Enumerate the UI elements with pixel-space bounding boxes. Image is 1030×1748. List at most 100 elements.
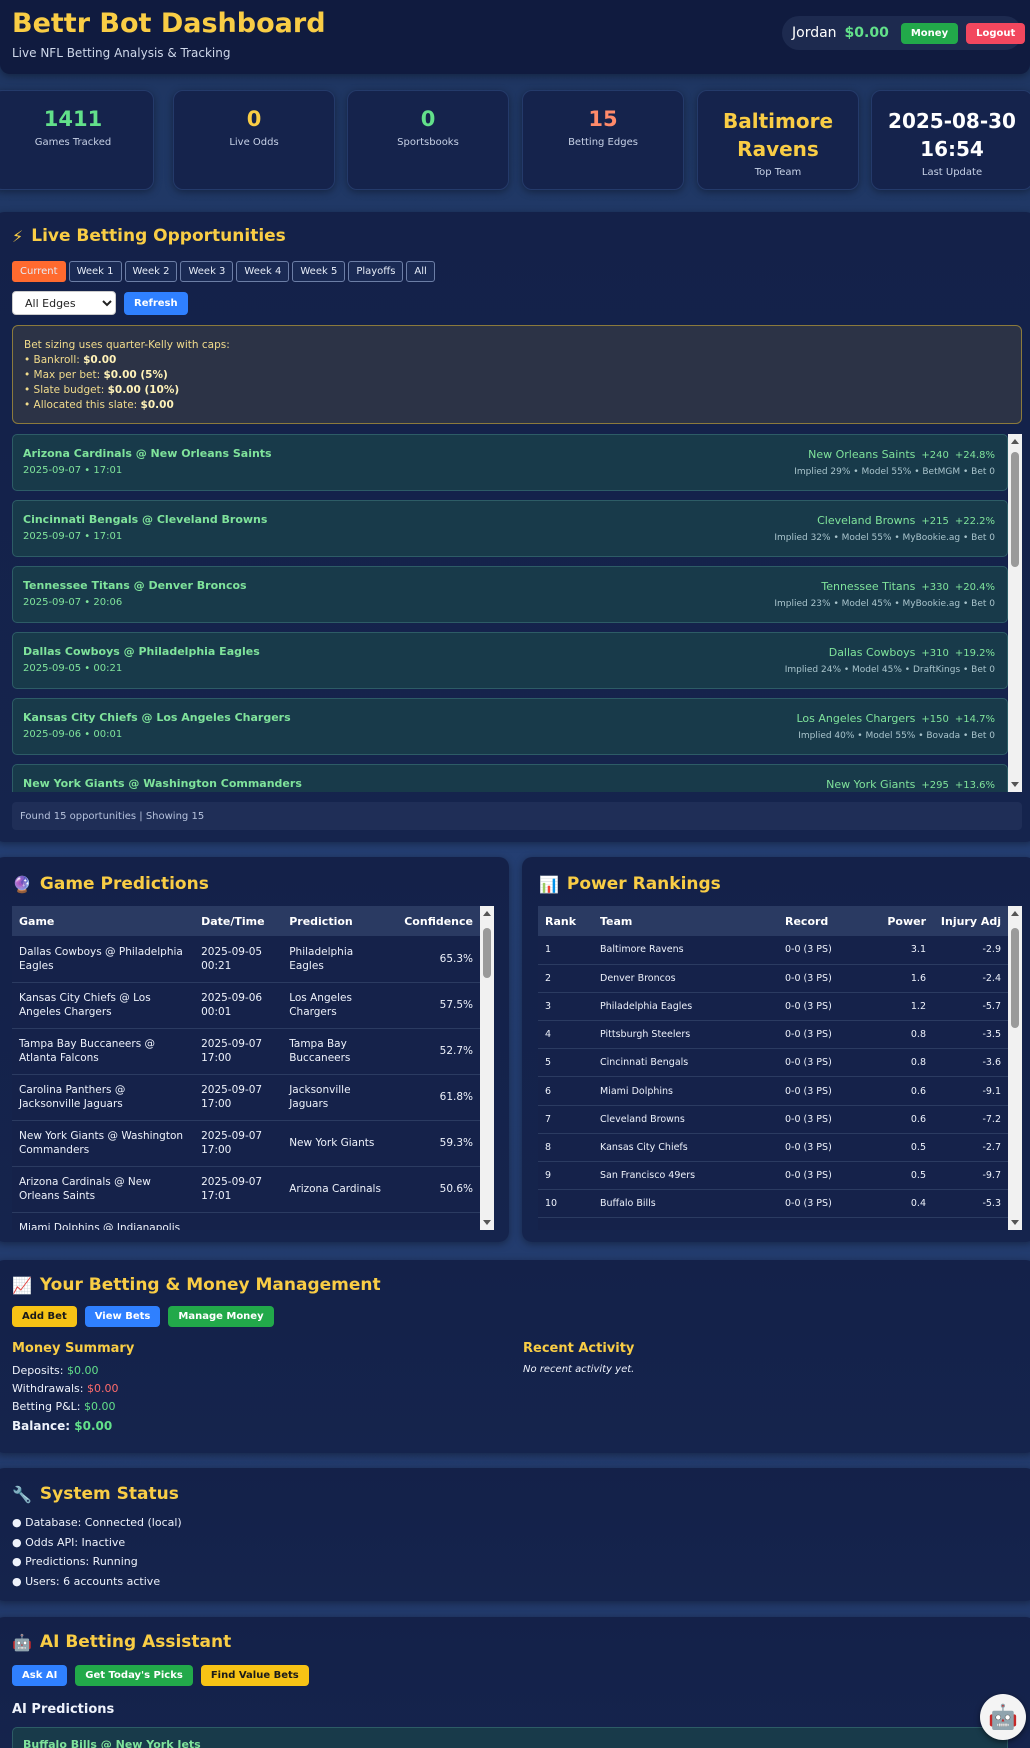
opportunities-list: Arizona Cardinals @ New Orleans Saints 2… bbox=[12, 434, 1008, 792]
status-users: ● Users: 6 accounts active bbox=[12, 1575, 161, 1588]
pick-odds: +310 bbox=[921, 648, 949, 659]
tab-playoffs[interactable]: Playoffs bbox=[348, 261, 404, 282]
header: Bettr Bot Dashboard Live NFL Betting Ana… bbox=[0, 0, 1030, 74]
opportunity-item[interactable]: Cincinnati Bengals @ Cleveland Browns 20… bbox=[12, 500, 1008, 557]
username: Jordan bbox=[792, 25, 837, 41]
col-record[interactable]: Record bbox=[778, 906, 863, 936]
scroll-down-icon[interactable] bbox=[483, 1220, 491, 1225]
ask-ai-button[interactable]: Ask AI bbox=[12, 1665, 68, 1686]
col-game[interactable]: Game bbox=[12, 906, 195, 936]
opportunity-item[interactable]: Arizona Cardinals @ New Orleans Saints 2… bbox=[12, 434, 1008, 491]
pred-game: Dallas Cowboys @ Philadelphia Eagles bbox=[12, 936, 195, 983]
opportunities-scrollbar[interactable] bbox=[1008, 434, 1022, 792]
team-cell: Cincinnati Bengals bbox=[593, 1048, 778, 1078]
opportunity-game: Arizona Cardinals @ New Orleans Saints bbox=[23, 447, 272, 460]
team-cell: Denver Broncos bbox=[593, 964, 778, 993]
pred-pick: Jacksonville Jaguars bbox=[282, 1074, 398, 1121]
pred-date: 2025-09-07 bbox=[201, 1038, 263, 1050]
scroll-thumb[interactable] bbox=[1011, 452, 1019, 567]
add-bet-button[interactable]: Add Bet bbox=[12, 1306, 77, 1327]
assistant-title: 🤖 AI Betting Assistant bbox=[12, 1632, 231, 1652]
opportunity-game: Dallas Cowboys @ Philadelphia Eagles bbox=[23, 645, 260, 658]
opportunity-item[interactable]: Dallas Cowboys @ Philadelphia Eagles 202… bbox=[12, 632, 1008, 689]
pick-team: Cleveland Browns bbox=[817, 514, 916, 527]
opportunity-date: 2025-09-07 • 17:01 bbox=[23, 465, 123, 476]
col-rank[interactable]: Rank bbox=[538, 906, 593, 936]
tab-week-1[interactable]: Week 1 bbox=[68, 261, 122, 282]
col-prediction[interactable]: Prediction bbox=[282, 906, 398, 936]
opportunity-item[interactable]: Tennessee Titans @ Denver Broncos 2025-0… bbox=[12, 566, 1008, 623]
opportunities-title: ⚡ Live Betting Opportunities bbox=[12, 226, 286, 246]
opportunity-meta: Implied 23% • Model 45% • MyBookie.ag • … bbox=[774, 599, 995, 609]
opportunity-meta: Implied 32% • Model 55% • MyBookie.ag • … bbox=[774, 533, 995, 543]
opportunity-item[interactable]: New York Giants @ Washington Commanders … bbox=[12, 764, 1008, 792]
balance-line: Balance: $0.00 bbox=[12, 1419, 112, 1433]
table-row: 8 Kansas City Chiefs 0-0 (3 PS) 0.5 -2.7 bbox=[538, 1133, 1008, 1163]
pred-pick: Los Angeles Chargers bbox=[282, 982, 398, 1029]
col-team[interactable]: Team bbox=[593, 906, 778, 936]
rankings-scrollbar[interactable] bbox=[1008, 906, 1022, 1230]
stat-value: 0 bbox=[246, 107, 262, 131]
rankings-table: Rank Team Record Power Injury Adj 1 Balti… bbox=[538, 906, 1008, 1219]
manage-money-button[interactable]: Manage Money bbox=[168, 1306, 274, 1327]
power-cell: 0.6 bbox=[863, 1105, 933, 1134]
todays-picks-button[interactable]: Get Today's Picks bbox=[75, 1665, 193, 1686]
scroll-down-icon[interactable] bbox=[1011, 1220, 1019, 1225]
opportunity-game: Tennessee Titans @ Denver Broncos bbox=[23, 579, 247, 592]
scroll-up-icon[interactable] bbox=[483, 911, 491, 916]
chatbot-launcher[interactable]: 🤖 bbox=[980, 1694, 1026, 1740]
scroll-thumb[interactable] bbox=[483, 928, 491, 978]
deposits-value: $0.00 bbox=[67, 1364, 99, 1377]
bar-chart-icon: 📊 bbox=[539, 874, 559, 894]
opportunities-count: Found 15 opportunities | Showing 15 bbox=[12, 802, 1022, 830]
pick-odds: +150 bbox=[921, 714, 949, 725]
system-title: 🔧 System Status bbox=[12, 1484, 179, 1504]
tab-week-2[interactable]: Week 2 bbox=[124, 261, 178, 282]
pick-edge: +22.2% bbox=[954, 516, 995, 527]
col-confidence[interactable]: Confidence bbox=[397, 906, 480, 936]
pick-team: Dallas Cowboys bbox=[828, 646, 916, 659]
injury-cell: -2.9 bbox=[933, 936, 1008, 965]
find-value-bets-button[interactable]: Find Value Bets bbox=[200, 1665, 309, 1686]
predictions-title-text: Game Predictions bbox=[39, 874, 209, 894]
injury-cell: -7.2 bbox=[933, 1105, 1008, 1134]
tab-week-3[interactable]: Week 3 bbox=[180, 261, 234, 282]
pick-team: New York Giants bbox=[826, 778, 916, 791]
ai-prediction-item[interactable]: Buffalo Bills @ New York Jets bbox=[12, 1727, 1008, 1748]
opportunity-date: 2025-09-05 • 00:21 bbox=[23, 663, 123, 674]
scroll-down-icon[interactable] bbox=[1011, 782, 1019, 787]
money-button[interactable]: Money bbox=[900, 22, 959, 44]
pred-game: Kansas City Chiefs @ Los Angeles Charger… bbox=[12, 982, 195, 1029]
scroll-up-icon[interactable] bbox=[1011, 911, 1019, 916]
opportunity-game: Cincinnati Bengals @ Cleveland Browns bbox=[23, 513, 268, 526]
refresh-button[interactable]: Refresh bbox=[124, 291, 188, 315]
logout-button[interactable]: Logout bbox=[966, 22, 1026, 44]
edge-filter-select[interactable]: All Edges bbox=[12, 291, 116, 315]
col-injury-adj[interactable]: Injury Adj bbox=[933, 906, 1008, 936]
predictions-scrollbar[interactable] bbox=[480, 906, 494, 1230]
table-row: 1 Baltimore Ravens 0-0 (3 PS) 3.1 -2.9 bbox=[538, 936, 1008, 965]
table-row: Carolina Panthers @ Jacksonville Jaguars… bbox=[12, 1074, 480, 1121]
pred-pick: Miami Dolphins bbox=[282, 1212, 398, 1230]
pred-datetime: 2025-09-06 00:01 bbox=[194, 982, 283, 1029]
team-cell: Baltimore Ravens bbox=[593, 936, 778, 965]
tab-week-4[interactable]: Week 4 bbox=[236, 261, 290, 282]
stat-sportsbooks: 0 Sportsbooks bbox=[347, 90, 509, 190]
scroll-thumb[interactable] bbox=[1011, 928, 1019, 1028]
rank-cell: 4 bbox=[538, 1020, 593, 1050]
crystal-ball-icon: 🔮 bbox=[12, 874, 32, 894]
pick-edge: +14.7% bbox=[954, 714, 995, 725]
pick-team: Tennessee Titans bbox=[821, 580, 916, 593]
tab-all[interactable]: All bbox=[406, 261, 435, 282]
kelly-slate-budget: • Slate budget: $0.00 (10%) bbox=[24, 383, 1010, 398]
opportunity-item[interactable]: Kansas City Chiefs @ Los Angeles Charger… bbox=[12, 698, 1008, 755]
team-cell: Miami Dolphins bbox=[593, 1076, 778, 1106]
tab-current[interactable]: Current bbox=[12, 261, 66, 282]
view-bets-button[interactable]: View Bets bbox=[84, 1306, 161, 1327]
col-power[interactable]: Power bbox=[863, 906, 933, 936]
tab-week-5[interactable]: Week 5 bbox=[292, 261, 346, 282]
pred-confidence: 61.8% bbox=[397, 1074, 480, 1121]
stat-label: Live Odds bbox=[229, 137, 279, 148]
col-datetime[interactable]: Date/Time bbox=[194, 906, 283, 936]
scroll-up-icon[interactable] bbox=[1011, 439, 1019, 444]
